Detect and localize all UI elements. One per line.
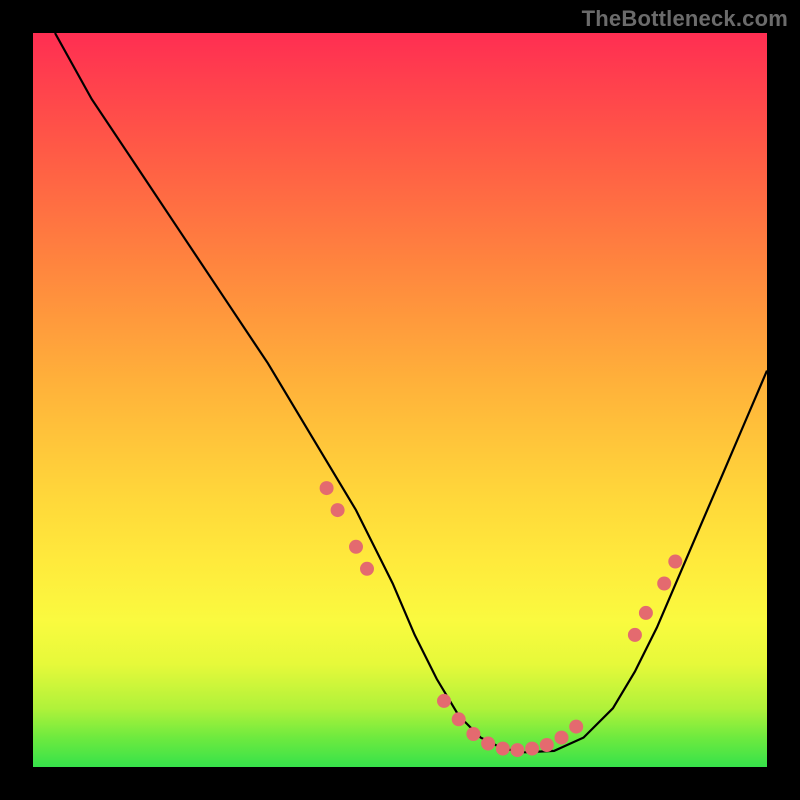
data-point (349, 540, 363, 554)
data-point (569, 720, 583, 734)
watermark-text: TheBottleneck.com (582, 6, 788, 32)
data-point (639, 606, 653, 620)
data-point (452, 712, 466, 726)
data-point (360, 562, 374, 576)
data-points (320, 481, 683, 757)
data-point (525, 742, 539, 756)
plot-area (33, 33, 767, 767)
data-point (555, 731, 569, 745)
data-point (437, 694, 451, 708)
data-point (496, 742, 510, 756)
data-point (668, 555, 682, 569)
data-point (481, 737, 495, 751)
data-point (540, 738, 554, 752)
chart-frame: TheBottleneck.com (0, 0, 800, 800)
data-point (320, 481, 334, 495)
bottleneck-curve (55, 33, 767, 752)
chart-svg (33, 33, 767, 767)
data-point (628, 628, 642, 642)
data-point (331, 503, 345, 517)
data-point (510, 743, 524, 757)
data-point (466, 727, 480, 741)
data-point (657, 577, 671, 591)
